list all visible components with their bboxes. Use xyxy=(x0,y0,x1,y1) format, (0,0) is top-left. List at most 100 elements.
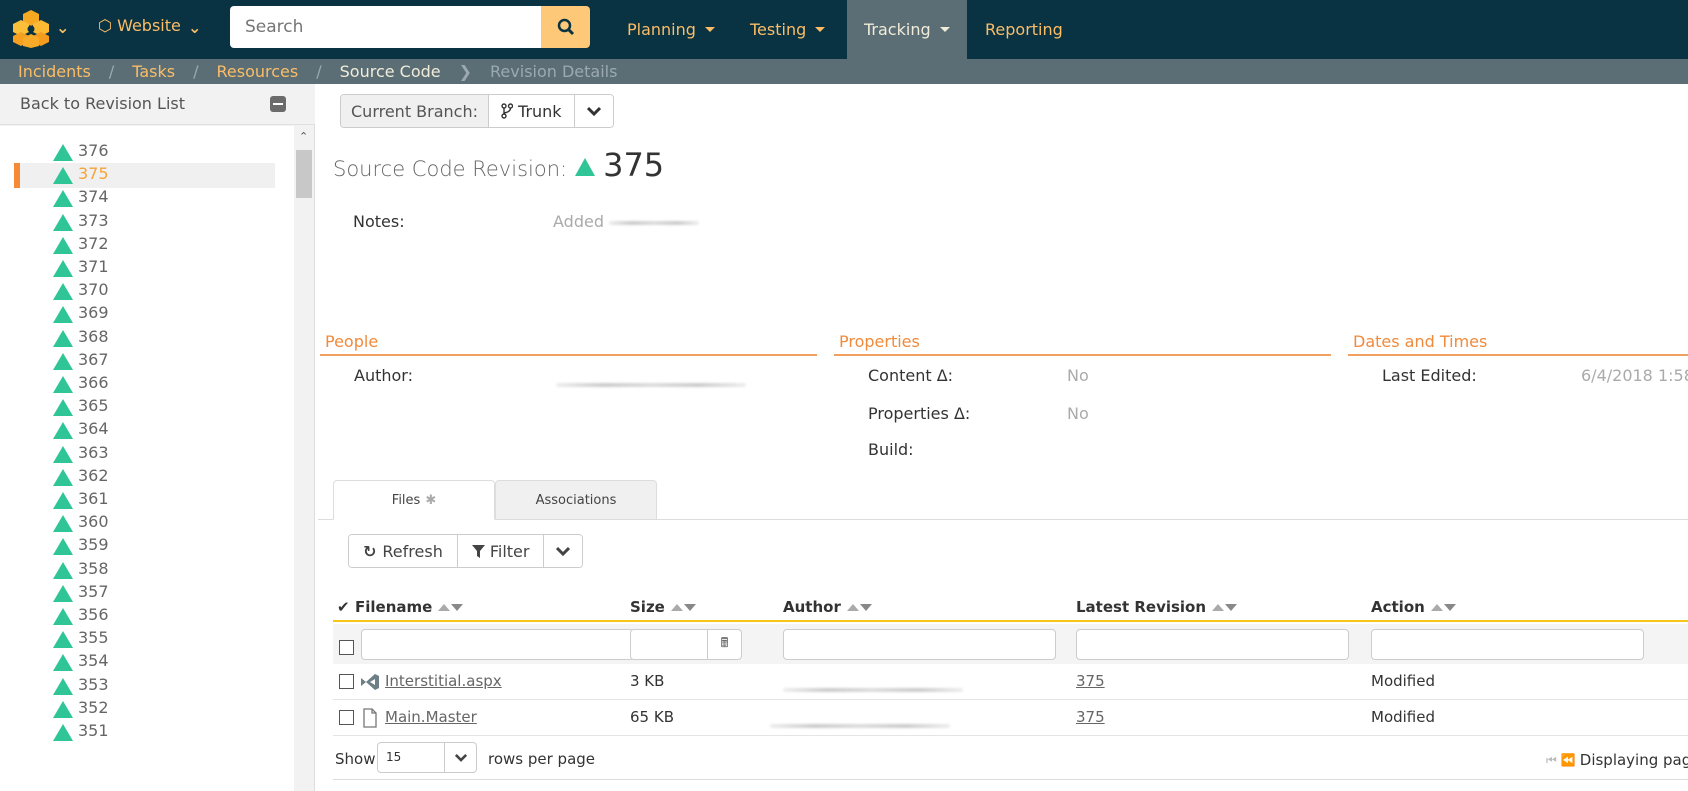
size-cell: 3 KB xyxy=(630,672,665,690)
sidebar-item-revision[interactable]: 352 xyxy=(14,697,275,722)
sort-icon[interactable] xyxy=(1212,603,1238,611)
breadcrumb-tasks[interactable]: Tasks xyxy=(132,62,175,81)
revision-number: 368 xyxy=(78,326,109,346)
column-header-latest-revision[interactable]: Latest Revision xyxy=(1076,598,1238,616)
revision-number: 371 xyxy=(78,257,109,276)
select-all-checkbox[interactable] xyxy=(339,640,354,655)
column-header-author[interactable]: Author xyxy=(783,598,872,616)
sidebar-scrollbar[interactable]: ⌃ xyxy=(294,126,314,791)
breadcrumb-incidents[interactable]: Incidents xyxy=(18,62,91,81)
sidebar-item-revision[interactable]: 375 xyxy=(14,163,275,189)
sidebar-item-revision[interactable]: 371 xyxy=(14,256,275,281)
rows-per-page-select[interactable]: 15 xyxy=(377,742,477,773)
sidebar-item-revision[interactable]: 369 xyxy=(14,302,275,327)
author-cell xyxy=(783,680,963,698)
sidebar-item-revision[interactable]: 355 xyxy=(14,627,275,652)
sidebar-item-revision[interactable]: 370 xyxy=(14,279,275,304)
sidebar-item-revision[interactable]: 358 xyxy=(14,558,275,583)
revision-triangle-icon xyxy=(53,376,73,393)
branch-dropdown-button[interactable] xyxy=(574,95,613,127)
caret-down-icon xyxy=(939,27,950,32)
sidebar-item-revision[interactable]: 362 xyxy=(14,465,275,490)
column-header-action[interactable]: Action xyxy=(1371,598,1456,616)
sidebar-item-revision[interactable]: 351 xyxy=(14,720,275,745)
revision-number: 376 xyxy=(78,141,109,160)
sort-icon[interactable] xyxy=(438,603,464,611)
sidebar-item-revision[interactable]: 365 xyxy=(14,395,275,420)
first-page-icon[interactable]: ⏮ xyxy=(1546,753,1557,768)
more-options-button[interactable] xyxy=(544,535,583,567)
breadcrumb-separator: / xyxy=(108,62,115,81)
filter-filename-input[interactable] xyxy=(361,629,634,660)
column-header-size[interactable]: Size xyxy=(630,598,696,616)
search-button[interactable] xyxy=(541,6,590,48)
breadcrumb-revision-details: Revision Details xyxy=(490,62,618,81)
column-header-filename[interactable]: Filename xyxy=(355,598,464,616)
sort-icon[interactable] xyxy=(846,603,872,611)
breadcrumb-resources[interactable]: Resources xyxy=(217,62,299,81)
collapse-sidebar-icon[interactable] xyxy=(270,96,286,112)
page-title: Source Code Revision: 375 xyxy=(333,146,664,184)
refresh-button[interactable]: ↻ Refresh xyxy=(349,535,458,567)
sidebar-item-revision[interactable]: 359 xyxy=(14,534,275,559)
branch-label: Current Branch: xyxy=(341,95,490,127)
logo-chevron-down-icon[interactable]: ⌄ xyxy=(56,18,69,37)
filename-link[interactable]: Interstitial.aspx xyxy=(385,672,502,690)
revision-triangle-icon xyxy=(53,654,73,672)
revision-number: 353 xyxy=(78,674,109,694)
filename-link[interactable]: Main.Master xyxy=(385,708,477,726)
sidebar-item-revision[interactable]: 360 xyxy=(14,511,275,536)
sidebar-item-revision[interactable]: 374 xyxy=(14,186,275,211)
calculator-icon[interactable]: 🖩 xyxy=(708,629,742,660)
sidebar-item-revision[interactable]: 363 xyxy=(14,442,275,467)
revision-triangle-icon xyxy=(53,399,73,417)
chevron-down-icon[interactable] xyxy=(444,743,477,772)
scroll-up-icon[interactable]: ⌃ xyxy=(299,130,308,143)
search-input[interactable] xyxy=(230,6,542,48)
select-all-check-icon[interactable]: ✔ xyxy=(337,598,350,616)
filter-action-input[interactable] xyxy=(1371,629,1644,660)
branch-selector[interactable]: Current Branch: Trunk xyxy=(340,94,614,128)
revision-number: 356 xyxy=(78,605,109,624)
project-chevron-down-icon[interactable]: ⌄ xyxy=(188,18,201,37)
sidebar-item-revision[interactable]: 368 xyxy=(14,326,275,351)
row-checkbox[interactable] xyxy=(339,710,354,725)
sidebar-item-revision[interactable]: 372 xyxy=(14,233,275,258)
filter-button[interactable]: Filter xyxy=(457,535,545,567)
latest-revision-link[interactable]: 375 xyxy=(1076,708,1105,726)
latest-revision-link[interactable]: 375 xyxy=(1076,672,1105,690)
sidebar-item-revision[interactable]: 367 xyxy=(14,349,275,374)
tab-associations[interactable]: Associations xyxy=(495,480,657,520)
sort-icon[interactable] xyxy=(670,603,696,611)
sidebar-item-revision[interactable]: 364 xyxy=(14,418,275,443)
sort-icon[interactable] xyxy=(1430,603,1456,611)
breadcrumb-source-code[interactable]: Source Code xyxy=(340,62,441,81)
nav-planning[interactable]: Planning xyxy=(610,0,718,59)
spira-logo-icon[interactable] xyxy=(12,8,50,48)
sidebar-item-revision[interactable]: 373 xyxy=(14,210,275,235)
sidebar-item-revision[interactable]: 353 xyxy=(14,674,275,699)
filter-author-input[interactable] xyxy=(783,629,1056,660)
previous-page-icon[interactable]: ⏪ xyxy=(1561,753,1576,767)
tab-files[interactable]: Files ✱ xyxy=(333,480,495,520)
revision-triangle-icon xyxy=(53,260,73,277)
sidebar-item-revision[interactable]: 366 xyxy=(14,372,275,397)
revision-triangle-icon xyxy=(53,515,73,533)
back-to-revision-list-link[interactable]: Back to Revision List xyxy=(20,94,185,113)
sidebar-item-revision[interactable]: 356 xyxy=(14,604,275,629)
revision-triangle-icon xyxy=(53,584,73,602)
row-checkbox[interactable] xyxy=(339,674,354,689)
sidebar-item-revision[interactable]: 376 xyxy=(14,140,275,165)
nav-testing[interactable]: Testing xyxy=(733,0,841,59)
filter-latest-revision-input[interactable] xyxy=(1076,629,1349,660)
nav-tracking[interactable]: Tracking xyxy=(847,0,967,59)
filter-size-input[interactable] xyxy=(630,629,708,660)
sidebar-item-revision[interactable]: 354 xyxy=(14,650,275,675)
nav-label: Tracking xyxy=(864,20,931,39)
scrollbar-thumb[interactable] xyxy=(296,150,312,198)
project-selector[interactable]: ⬡ Website xyxy=(98,16,181,35)
branch-value[interactable]: Trunk xyxy=(489,95,575,127)
sidebar-item-revision[interactable]: 357 xyxy=(14,581,275,606)
nav-reporting[interactable]: Reporting xyxy=(968,0,1078,59)
sidebar-item-revision[interactable]: 361 xyxy=(14,488,275,513)
